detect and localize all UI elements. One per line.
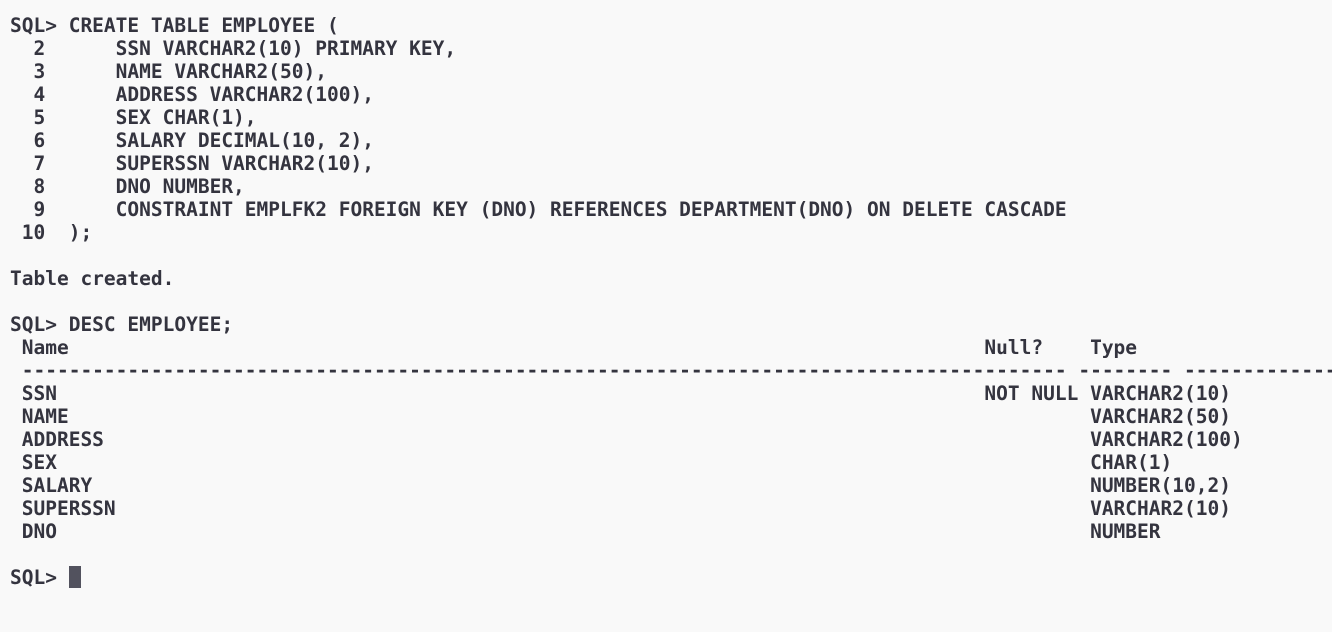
prompt-line[interactable]: SQL> [10,566,1332,589]
terminal-window[interactable]: SQL> CREATE TABLE EMPLOYEE ( 2 SSN VARCH… [0,0,1332,632]
text-cursor[interactable] [68,566,81,588]
sql-command-line: 9 CONSTRAINT EMPLFK2 FOREIGN KEY (DNO) R… [10,198,1067,221]
sql-command-line: 8 DNO NUMBER, [10,175,245,198]
desc-table-row: NAME VARCHAR2(50) [10,405,1231,428]
sql-command-line: 4 ADDRESS VARCHAR2(100), [10,83,374,106]
sql-command-line: SQL> CREATE TABLE EMPLOYEE ( [10,14,339,37]
sql-command-line: 10 ); [10,221,93,244]
desc-table-row: ADDRESS VARCHAR2(100) [10,428,1243,451]
sql-command-line: SQL> DESC EMPLOYEE; [10,313,234,336]
sql-command-line: 6 SALARY DECIMAL(10, 2), [10,129,374,152]
sql-command-line: 3 NAME VARCHAR2(50), [10,60,327,83]
sql-command-line: 5 SEX CHAR(1), [10,106,257,129]
desc-divider-row: ----------------------------------------… [21,359,1332,382]
desc-table-row: SALARY NUMBER(10,2) [10,474,1231,497]
sql-command-line: 7 SUPERSSN VARCHAR2(10), [10,152,374,175]
status-message: Table created. [10,267,175,290]
desc-table-row: DNO NUMBER [10,520,1161,543]
sql-command-line: 2 SSN VARCHAR2(10) PRIMARY KEY, [10,37,457,60]
desc-table-row: SEX CHAR(1) [10,451,1173,474]
desc-table-row: SSN NOT NULL VARCHAR2(10) [10,382,1231,405]
prompt-text: SQL> [10,566,69,589]
desc-header-row: Name Null? Type [10,336,1138,359]
desc-table-row: SUPERSSN VARCHAR2(10) [10,497,1231,520]
